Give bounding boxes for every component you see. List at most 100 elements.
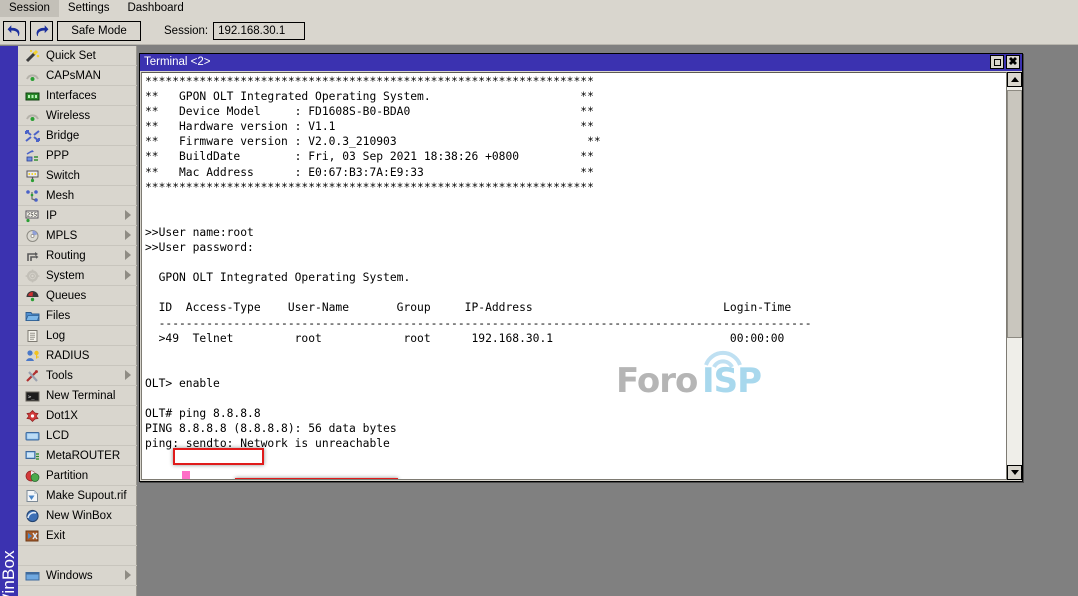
main-toolbar: Safe Mode Session: 192.168.30.1 <box>0 18 1078 45</box>
switch-icon <box>23 168 41 184</box>
sidebar-item-label: New Terminal <box>46 389 115 403</box>
sidebar-item-queues[interactable]: Queues <box>18 286 137 306</box>
terminal-output-text: ****************************************… <box>145 74 812 480</box>
sidebar-item-new-terminal[interactable]: >_ New Terminal <box>18 386 137 406</box>
sidebar-item-label: System <box>46 269 84 283</box>
sidebar-item-windows[interactable]: Windows <box>18 566 137 586</box>
sidebar-item-label: Interfaces <box>46 89 97 103</box>
routing-arrows-icon <box>23 248 41 264</box>
chevron-right-icon <box>125 570 131 580</box>
scrollbar-track[interactable] <box>1007 87 1022 465</box>
terminal-output-area[interactable]: ****************************************… <box>141 72 1021 480</box>
sidebar-menu-list: Quick Set CAPsMAN <box>18 46 137 596</box>
svg-text:255: 255 <box>26 212 37 218</box>
sidebar-item-ppp[interactable]: PPP <box>18 146 137 166</box>
window-icon <box>23 568 41 584</box>
sidebar-item-interfaces[interactable]: Interfaces <box>18 86 137 106</box>
sidebar-item-bridge[interactable]: Bridge <box>18 126 137 146</box>
tools-wrench-icon <box>23 368 41 384</box>
desktop-background-bottom <box>137 484 1078 596</box>
sidebar-item-label: Quick Set <box>46 49 96 63</box>
sidebar-item-dot1x[interactable]: Dot1X <box>18 406 137 426</box>
sidebar-brand-bar: WinBox <box>0 46 18 596</box>
sidebar-item-label: LCD <box>46 429 69 443</box>
sidebar-item-exit[interactable]: Exit <box>18 526 137 546</box>
sidebar-item-new-winbox[interactable]: New WinBox <box>18 506 137 526</box>
sidebar-item-label: CAPsMAN <box>46 69 101 83</box>
ppp-link-icon <box>23 148 41 164</box>
folder-icon <box>23 308 41 324</box>
sidebar-item-files[interactable]: Files <box>18 306 137 326</box>
scroll-down-arrow-icon <box>1011 470 1019 475</box>
interface-card-icon <box>23 88 41 104</box>
redo-button[interactable] <box>30 21 53 41</box>
sidebar-item-tools[interactable]: Tools <box>18 366 137 386</box>
undo-button[interactable] <box>3 21 26 41</box>
terminal-icon: >_ <box>23 388 41 404</box>
sidebar-item-lcd[interactable]: LCD <box>18 426 137 446</box>
mesh-nodes-icon <box>23 188 41 204</box>
main-menu-bar: Session Settings Dashboard <box>0 0 1078 18</box>
sidebar-separator <box>18 546 137 566</box>
sidebar-item-mesh[interactable]: Mesh <box>18 186 137 206</box>
sidebar-item-label: Dot1X <box>46 409 78 423</box>
session-label: Session: <box>164 25 208 37</box>
ip-255-icon: 255 <box>23 208 41 224</box>
sidebar-item-quick-set[interactable]: Quick Set <box>18 46 137 66</box>
winbox-globe-icon <box>23 508 41 524</box>
sidebar-item-system[interactable]: System <box>18 266 137 286</box>
sidebar-item-radius[interactable]: RADIUS <box>18 346 137 366</box>
sidebar-item-partition[interactable]: Partition <box>18 466 137 486</box>
close-icon: ✖ <box>1008 57 1017 67</box>
sidebar-item-label: MPLS <box>46 229 77 243</box>
terminal-title-label: Terminal <2> <box>144 56 210 69</box>
maximize-icon <box>994 59 1001 66</box>
sidebar-item-mpls[interactable]: MPLS <box>18 226 137 246</box>
sidebar-item-switch[interactable]: Switch <box>18 166 137 186</box>
chevron-right-icon <box>125 270 131 280</box>
lcd-screen-icon <box>23 428 41 444</box>
gear-icon <box>23 268 41 284</box>
scroll-up-button[interactable] <box>1007 72 1022 87</box>
sidebar-item-label: Make Supout.rif <box>46 489 127 503</box>
queues-icon <box>23 288 41 304</box>
sidebar-item-label: Bridge <box>46 129 79 143</box>
sidebar-item-ip[interactable]: 255 IP <box>18 206 137 226</box>
sidebar-item-make-supout[interactable]: Make Supout.rif <box>18 486 137 506</box>
terminal-title-bar[interactable]: Terminal <2> ✖ <box>140 54 1022 71</box>
sidebar-item-capsman[interactable]: CAPsMAN <box>18 66 137 86</box>
magic-wand-icon <box>23 48 41 64</box>
safe-mode-button[interactable]: Safe Mode <box>57 21 141 41</box>
maximize-button[interactable] <box>990 55 1004 69</box>
sidebar-item-metarouter[interactable]: MetaROUTER <box>18 446 137 466</box>
sidebar-item-log[interactable]: Log <box>18 326 137 346</box>
scroll-up-arrow-icon <box>1011 77 1019 82</box>
menu-item-settings[interactable]: Settings <box>59 0 119 17</box>
partition-pie-icon <box>23 468 41 484</box>
chevron-right-icon <box>125 250 131 260</box>
menu-item-dashboard[interactable]: Dashboard <box>118 0 192 17</box>
antenna-icon <box>23 68 41 84</box>
close-button[interactable]: ✖ <box>1006 55 1020 69</box>
session-address-field[interactable]: 192.168.30.1 <box>213 22 305 40</box>
terminal-vertical-scrollbar[interactable] <box>1006 72 1021 480</box>
antenna-icon <box>23 108 41 124</box>
terminal-cursor <box>182 471 190 480</box>
sidebar-item-label: Log <box>46 329 65 343</box>
chevron-right-icon <box>125 230 131 240</box>
bridge-arrows-icon <box>23 128 41 144</box>
terminal-window: Terminal <2> ✖ *************************… <box>139 53 1023 482</box>
sidebar-item-label: PPP <box>46 149 69 163</box>
exit-icon <box>23 528 41 544</box>
scrollbar-thumb[interactable] <box>1007 90 1022 338</box>
mpls-disc-icon <box>23 228 41 244</box>
menu-item-session[interactable]: Session <box>0 0 59 17</box>
sidebar-item-routing[interactable]: Routing <box>18 246 137 266</box>
left-sidebar: WinBox Quick Set <box>0 46 137 596</box>
sidebar-item-label: Exit <box>46 529 65 543</box>
sidebar-item-wireless[interactable]: Wireless <box>18 106 137 126</box>
sidebar-item-label: IP <box>46 209 57 223</box>
sidebar-item-label: Queues <box>46 289 86 303</box>
scroll-down-button[interactable] <box>1007 465 1022 480</box>
winbox-brand-label: WinBox <box>0 535 18 596</box>
